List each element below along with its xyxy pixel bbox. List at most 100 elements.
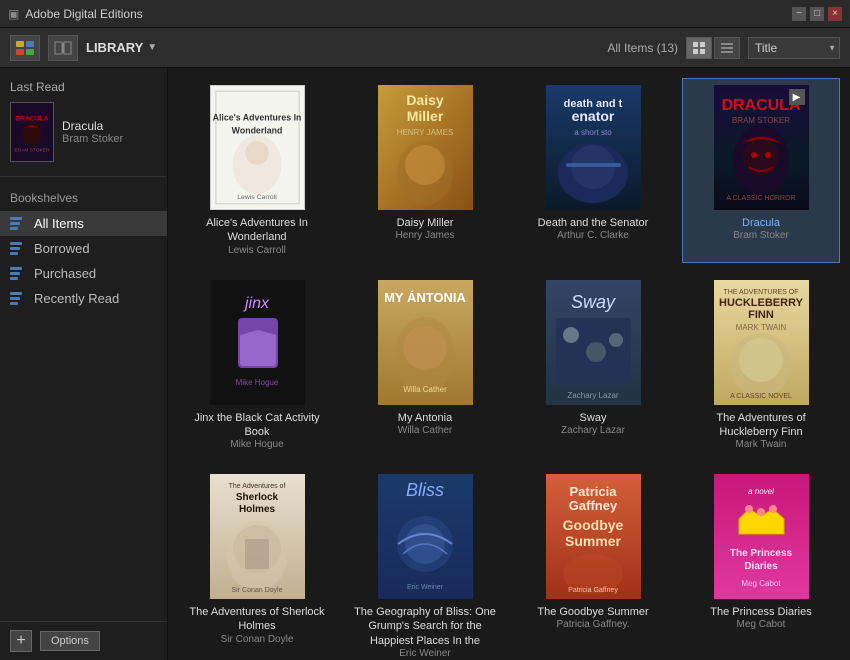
svg-text:BRAM STOKER: BRAM STOKER — [731, 116, 789, 125]
sidebar-item-all-items[interactable]: All Items — [0, 211, 167, 236]
svg-text:Sir Conan Doyle: Sir Conan Doyle — [231, 587, 282, 594]
book-cover-dracula: ▶ DRACULA BRAM STOKER — [714, 85, 809, 210]
sidebar-item-borrowed[interactable]: Borrowed — [0, 236, 167, 261]
book-author-bliss: Eric Weiner — [399, 648, 451, 659]
svg-text:jinx: jinx — [242, 295, 269, 312]
borrowed-icon — [10, 242, 26, 256]
book-cover-death: death and t enator a short sto — [546, 85, 641, 210]
book-item-sway[interactable]: Sway Zachary Lazar Sway Zachary Lazar — [514, 273, 672, 458]
last-read-info: Dracula Bram Stoker — [62, 119, 157, 145]
book-title-princess: The Princess Diaries — [710, 605, 811, 619]
library-dropdown[interactable]: LIBRARY ▼ — [86, 40, 157, 55]
last-read-item[interactable]: DRACULA BRAM STOKER Dracula Bram Stoker — [10, 102, 157, 162]
svg-text:Summer: Summer — [564, 533, 621, 549]
book-title-huck: The Adventures of Huckleberry Finn — [689, 411, 833, 440]
sidebar-item-recently-read[interactable]: Recently Read — [0, 286, 167, 311]
library-arrow-icon: ▼ — [147, 42, 157, 53]
sidebar-item-label-borrowed: Borrowed — [34, 241, 90, 256]
view-toggle — [686, 37, 740, 59]
sidebar-item-purchased[interactable]: Purchased — [0, 261, 167, 286]
reading-icon[interactable] — [48, 35, 78, 61]
svg-text:A CLASSIC HORROR: A CLASSIC HORROR — [726, 195, 795, 202]
items-count: All Items (13) — [607, 41, 678, 55]
svg-text:a short sto: a short sto — [574, 128, 612, 137]
svg-text:THE ADVENTURES OF: THE ADVENTURES OF — [723, 289, 798, 296]
book-cover-goodbye: Patricia Gaffney Goodbye Summer Patricia… — [546, 474, 641, 599]
svg-text:Meg Cabot: Meg Cabot — [741, 579, 781, 588]
book-item-bliss[interactable]: Bliss Eric Weiner The Geography of Bliss… — [346, 467, 504, 660]
options-button[interactable]: Options — [40, 631, 100, 651]
book-item-dracula[interactable]: ▶ DRACULA BRAM STOKER — [682, 78, 840, 263]
svg-text:Patricia: Patricia — [569, 484, 617, 499]
sidebar-item-label-recently-read: Recently Read — [34, 291, 119, 306]
book-item-alice[interactable]: Alice's Adventures In Wonderland Lewis C… — [178, 78, 336, 263]
all-items-icon — [10, 217, 26, 231]
svg-text:The Princess: The Princess — [729, 548, 792, 559]
grid-view-button[interactable] — [686, 37, 712, 59]
book-cover-sway: Sway Zachary Lazar — [546, 280, 641, 405]
main-layout: Last Read DRACULA BRAM STOKER Dracu — [0, 68, 850, 660]
svg-text:MY ÁNTONIA: MY ÁNTONIA — [384, 290, 466, 305]
svg-text:Diaries: Diaries — [744, 561, 778, 572]
book-title-daisy: Daisy Miller — [397, 216, 454, 230]
sort-select[interactable]: Title Author Date Added Publisher — [748, 37, 840, 59]
app-title: Adobe Digital Editions — [25, 7, 792, 21]
book-cover-princess: a novel The Princess Diaries Meg Cabot — [714, 474, 809, 599]
maximize-button[interactable]: □ — [810, 7, 824, 21]
svg-text:DRACULA: DRACULA — [15, 115, 48, 122]
book-title-antonia: My Antonia — [398, 411, 452, 425]
book-item-jinx[interactable]: jinx Mike Hogue Jinx the Black Cat Activ… — [178, 273, 336, 458]
bookshelf-icon[interactable] — [10, 35, 40, 61]
book-title-jinx: Jinx the Black Cat Activity Book — [185, 411, 329, 440]
minimize-button[interactable]: − — [792, 7, 806, 21]
sidebar-item-label-all: All Items — [34, 216, 84, 231]
svg-text:Bliss: Bliss — [405, 480, 443, 500]
svg-text:FINN: FINN — [748, 309, 774, 321]
svg-text:Miller: Miller — [406, 108, 443, 124]
book-item-princess[interactable]: a novel The Princess Diaries Meg Cabot T… — [682, 467, 840, 660]
book-title-goodbye: The Goodbye Summer — [537, 605, 648, 619]
book-expand-icon[interactable]: ▶ — [789, 89, 805, 105]
book-author-antonia: Willa Cather — [398, 425, 452, 436]
svg-text:Sherlock: Sherlock — [235, 492, 278, 503]
sort-wrapper: Title Author Date Added Publisher — [748, 37, 840, 59]
book-cover-alice: Alice's Adventures In Wonderland Lewis C… — [210, 85, 305, 210]
svg-text:The Adventures of: The Adventures of — [228, 483, 285, 490]
book-title-dracula: Dracula — [742, 216, 780, 230]
svg-text:Mike Hogue: Mike Hogue — [235, 378, 278, 387]
book-item-death[interactable]: death and t enator a short sto Death and… — [514, 78, 672, 263]
book-cover-bliss: Bliss Eric Weiner — [378, 474, 473, 599]
book-item-goodbye[interactable]: Patricia Gaffney Goodbye Summer Patricia… — [514, 467, 672, 660]
book-item-sherlock[interactable]: The Adventures of Sherlock Holmes Sir Co… — [178, 467, 336, 660]
purchased-icon — [10, 267, 26, 281]
sidebar-bottom: + Options — [0, 621, 167, 660]
dracula-thumbnail: DRACULA BRAM STOKER — [11, 103, 53, 161]
svg-text:Gaffney: Gaffney — [568, 498, 617, 513]
window-controls: − □ × — [792, 7, 842, 21]
last-read-book-author: Bram Stoker — [62, 133, 157, 145]
book-author-princess: Meg Cabot — [737, 619, 786, 630]
book-item-antonia[interactable]: MY ÁNTONIA Willa Cather My Antonia Willa… — [346, 273, 504, 458]
last-read-section: Last Read DRACULA BRAM STOKER Dracu — [0, 68, 167, 172]
book-author-dracula: Bram Stoker — [733, 230, 789, 241]
toolbar: LIBRARY ▼ All Items (13) Title Author Da… — [0, 28, 850, 68]
book-item-daisy[interactable]: Daisy Miller HENRY JAMES Daisy Miller He… — [346, 78, 504, 263]
sidebar-item-label-purchased: Purchased — [34, 266, 96, 281]
book-grid-container: Alice's Adventures In Wonderland Lewis C… — [168, 68, 850, 660]
list-view-button[interactable] — [714, 37, 740, 59]
recently-read-icon — [10, 292, 26, 306]
library-label: LIBRARY — [86, 40, 143, 55]
svg-text:Holmes: Holmes — [238, 504, 275, 515]
svg-text:Zachary Lazar: Zachary Lazar — [567, 391, 618, 400]
book-item-huck[interactable]: THE ADVENTURES OF HUCKLEBERRY FINN MARK … — [682, 273, 840, 458]
close-button[interactable]: × — [828, 7, 842, 21]
book-cover-jinx: jinx Mike Hogue — [210, 280, 305, 405]
svg-text:MARK TWAIN: MARK TWAIN — [735, 323, 786, 332]
add-shelf-button[interactable]: + — [10, 630, 32, 652]
svg-text:Eric Weiner: Eric Weiner — [406, 584, 443, 591]
svg-text:HENRY JAMES: HENRY JAMES — [396, 128, 453, 137]
book-title-death: Death and the Senator — [538, 216, 649, 230]
book-author-jinx: Mike Hogue — [230, 439, 283, 450]
svg-text:Patricia Gaffney: Patricia Gaffney — [568, 587, 618, 594]
book-author-sway: Zachary Lazar — [561, 425, 625, 436]
